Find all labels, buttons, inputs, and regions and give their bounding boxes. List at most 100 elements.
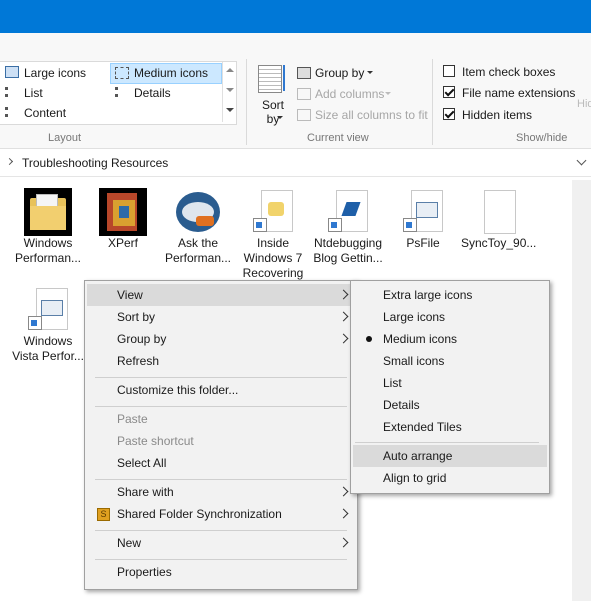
menu-item-view[interactable]: View: [87, 284, 355, 306]
file-item[interactable]: SyncToy_90...: [461, 188, 536, 251]
view-details[interactable]: Details: [353, 394, 547, 416]
file-name: Inside: [256, 236, 290, 250]
menu-item-group-by[interactable]: Group by: [87, 328, 355, 350]
menu-item-label: Properties: [117, 565, 172, 579]
file-icon: [474, 188, 522, 236]
menu-item-select-all[interactable]: Select All: [87, 452, 355, 474]
file-name: Windows: [23, 236, 73, 250]
content-icon: [5, 107, 20, 117]
menu-item-shared-folder-sync[interactable]: S Shared Folder Synchronization: [87, 503, 355, 525]
file-item[interactable]: Ask the Performan...: [161, 188, 235, 266]
file-item[interactable]: Windows Performan...: [11, 188, 85, 266]
sort-dropdown-icon[interactable]: [277, 116, 283, 119]
menu-item-label: Paste: [117, 412, 148, 426]
file-item[interactable]: XPerf: [86, 188, 160, 251]
file-name: PsFile: [406, 236, 440, 250]
shortcut-icon: [324, 188, 372, 236]
current-view-group-label: Current view: [307, 132, 369, 144]
submenu-arrow-icon: [338, 333, 349, 344]
item-check-boxes-label[interactable]: Item check boxes: [462, 65, 555, 79]
view-small-icons[interactable]: Small icons: [353, 350, 547, 372]
view-auto-arrange[interactable]: Auto arrange: [353, 445, 547, 467]
layout-group-label: Layout: [48, 132, 82, 144]
menu-item-share-with[interactable]: Share with: [87, 481, 355, 503]
view-extra-large-icons[interactable]: Extra large icons: [353, 284, 547, 306]
menu-item-label: Customize this folder...: [117, 383, 239, 397]
view-extended-tiles[interactable]: Extended Tiles: [353, 416, 547, 438]
list-option[interactable]: List: [24, 86, 43, 100]
file-item[interactable]: Windows Vista Perfor...: [11, 286, 85, 364]
book-icon: [99, 188, 147, 236]
menu-item-customize-folder[interactable]: Customize this folder...: [87, 379, 355, 401]
menu-item-label: New: [117, 536, 142, 550]
menu-item-label: Auto arrange: [383, 449, 453, 463]
add-columns-button[interactable]: Add columns: [315, 87, 384, 101]
view-list[interactable]: List: [353, 372, 547, 394]
menu-item-properties[interactable]: Properties: [87, 561, 355, 583]
details-option[interactable]: Details: [134, 86, 171, 100]
submenu-arrow-icon: [338, 537, 349, 548]
menu-item-refresh[interactable]: Refresh: [87, 350, 355, 372]
menu-item-sort-by[interactable]: Sort by: [87, 306, 355, 328]
breadcrumb-chevron-icon[interactable]: [5, 157, 14, 166]
menu-item-label: Select All: [117, 456, 167, 470]
medium-icons-option[interactable]: Medium icons: [134, 66, 208, 80]
file-name-extensions-checkbox[interactable]: [443, 86, 455, 98]
menu-item-paste[interactable]: Paste: [87, 408, 355, 430]
view-large-icons[interactable]: Large icons: [353, 306, 547, 328]
view-medium-icons[interactable]: Medium icons: [353, 328, 547, 350]
item-check-boxes-checkbox[interactable]: [443, 65, 455, 77]
hidden-items-checkbox[interactable]: [443, 108, 455, 120]
menu-item-new[interactable]: New: [87, 532, 355, 554]
file-name: Recovering: [242, 266, 304, 280]
file-name: Performan...: [14, 251, 82, 265]
add-columns-icon: [297, 88, 311, 100]
menu-item-label: Details: [383, 398, 420, 412]
ribbon-separator: [432, 59, 433, 145]
sort-arrow-icon: [283, 65, 285, 91]
address-dropdown-icon[interactable]: [576, 155, 587, 166]
file-name-extensions-label[interactable]: File name extensions: [462, 86, 575, 100]
submenu-arrow-icon: [338, 311, 349, 322]
file-name: Ntdebugging: [313, 236, 383, 250]
menu-item-label: Extended Tiles: [383, 420, 462, 434]
size-all-columns-button[interactable]: Size all columns to fit: [315, 108, 428, 122]
menu-item-paste-shortcut[interactable]: Paste shortcut: [87, 430, 355, 452]
view-align-to-grid[interactable]: Align to grid: [353, 467, 547, 489]
content-option[interactable]: Content: [24, 106, 66, 120]
submenu-arrow-icon: [338, 508, 349, 519]
vertical-scrollbar[interactable]: [572, 180, 591, 601]
folder-icon: [24, 188, 72, 236]
gallery-more-icon[interactable]: [226, 108, 234, 112]
hidden-items-label[interactable]: Hidden items: [462, 108, 532, 122]
menu-item-label: Small icons: [383, 354, 445, 368]
group-by-dropdown-icon[interactable]: [367, 71, 373, 74]
show-hide-group-label: Show/hide: [516, 132, 568, 144]
file-name: Windows 7: [243, 251, 303, 265]
group-by-icon: [297, 67, 311, 79]
file-item[interactable]: Ntdebugging Blog Gettin...: [311, 188, 385, 266]
sync-app-icon: S: [97, 508, 110, 521]
gallery-down-icon[interactable]: [226, 88, 234, 92]
menu-item-label: Medium icons: [383, 332, 458, 346]
file-name: Blog Gettin...: [313, 251, 383, 265]
menu-item-label: Refresh: [117, 354, 160, 368]
file-item[interactable]: PsFile: [386, 188, 460, 251]
size-columns-icon: [297, 109, 311, 121]
group-by-button[interactable]: Group by: [315, 66, 364, 80]
file-name: Performan...: [164, 251, 232, 265]
view-submenu: Extra large icons Large icons Medium ico…: [350, 280, 550, 494]
menu-item-label: Align to grid: [383, 471, 447, 485]
menu-separator: [355, 442, 539, 443]
sort-by-button[interactable]: Sort by: [261, 98, 285, 126]
menu-item-label: Share with: [117, 485, 174, 499]
hide-selected-items-label[interactable]: Hid: [577, 98, 591, 110]
gallery-scrollbar[interactable]: [222, 62, 236, 122]
menu-separator: [95, 530, 347, 531]
gallery-up-icon[interactable]: [226, 68, 234, 72]
file-item[interactable]: Inside Windows 7 Recovering: [236, 188, 310, 281]
large-icons-option[interactable]: Large icons: [24, 66, 86, 80]
selected-bullet-icon: [366, 336, 372, 342]
breadcrumb-folder[interactable]: Troubleshooting Resources: [22, 156, 168, 170]
address-bar[interactable]: Troubleshooting Resources: [0, 150, 591, 177]
